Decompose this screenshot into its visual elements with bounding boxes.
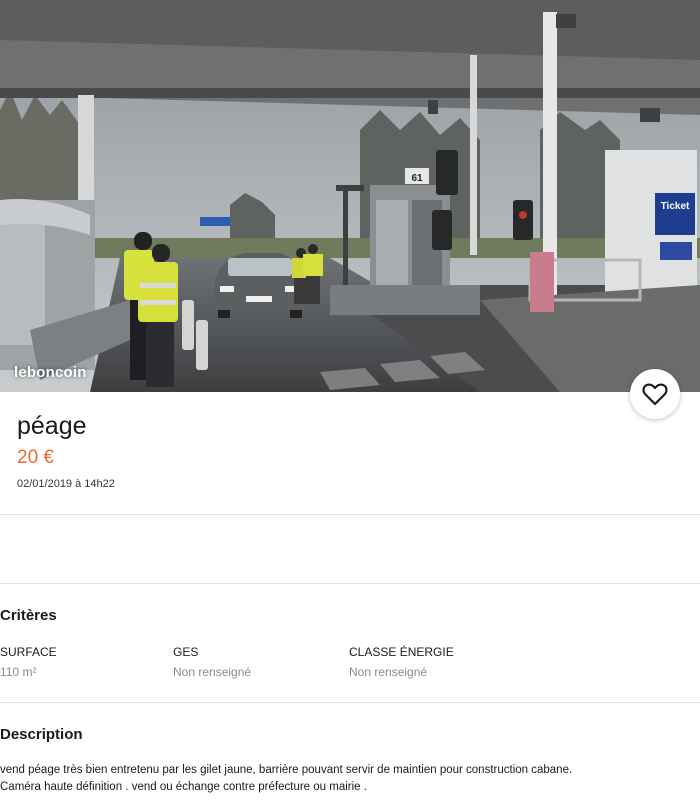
description-heading: Description [0, 726, 83, 743]
ticket-sign: Ticket [661, 201, 690, 212]
listing-photo[interactable]: 61 Ticket leboncoin [0, 0, 700, 392]
divider [0, 702, 700, 703]
divider [0, 583, 700, 584]
ad-date: 02/01/2019 à 14h22 [17, 478, 115, 490]
ad-price: 20 € [17, 447, 54, 468]
car [215, 253, 303, 318]
toll-booth-photo: 61 Ticket [0, 0, 700, 392]
criteria-value-energy-class: Non renseigné [349, 665, 428, 679]
criteria-value-ges: Non renseigné [173, 665, 252, 679]
description-line: vend péage très bien entretenu par les g… [0, 764, 573, 776]
criteria-label-surface: SURFACE [0, 645, 57, 659]
description-text: vend péage très bien entretenu par les g… [0, 762, 700, 796]
ticket-machine: Ticket [605, 150, 697, 300]
ad-title: péage [17, 412, 87, 440]
empty-section [0, 515, 700, 583]
leboncoin-watermark: leboncoin [14, 364, 87, 381]
booth-number: 61 [411, 173, 423, 184]
ad-header: péage 20 € 02/01/2019 à 14h22 [0, 392, 700, 514]
criteria-value-surface: 110 m² [0, 665, 37, 679]
description-line: Caméra haute définition . vend ou échang… [0, 781, 367, 793]
criteria-heading: Critères [0, 607, 57, 624]
criteria-label-ges: GES [173, 645, 199, 659]
criteria-label-energy-class: CLASSE ÉNERGIE [349, 645, 454, 659]
